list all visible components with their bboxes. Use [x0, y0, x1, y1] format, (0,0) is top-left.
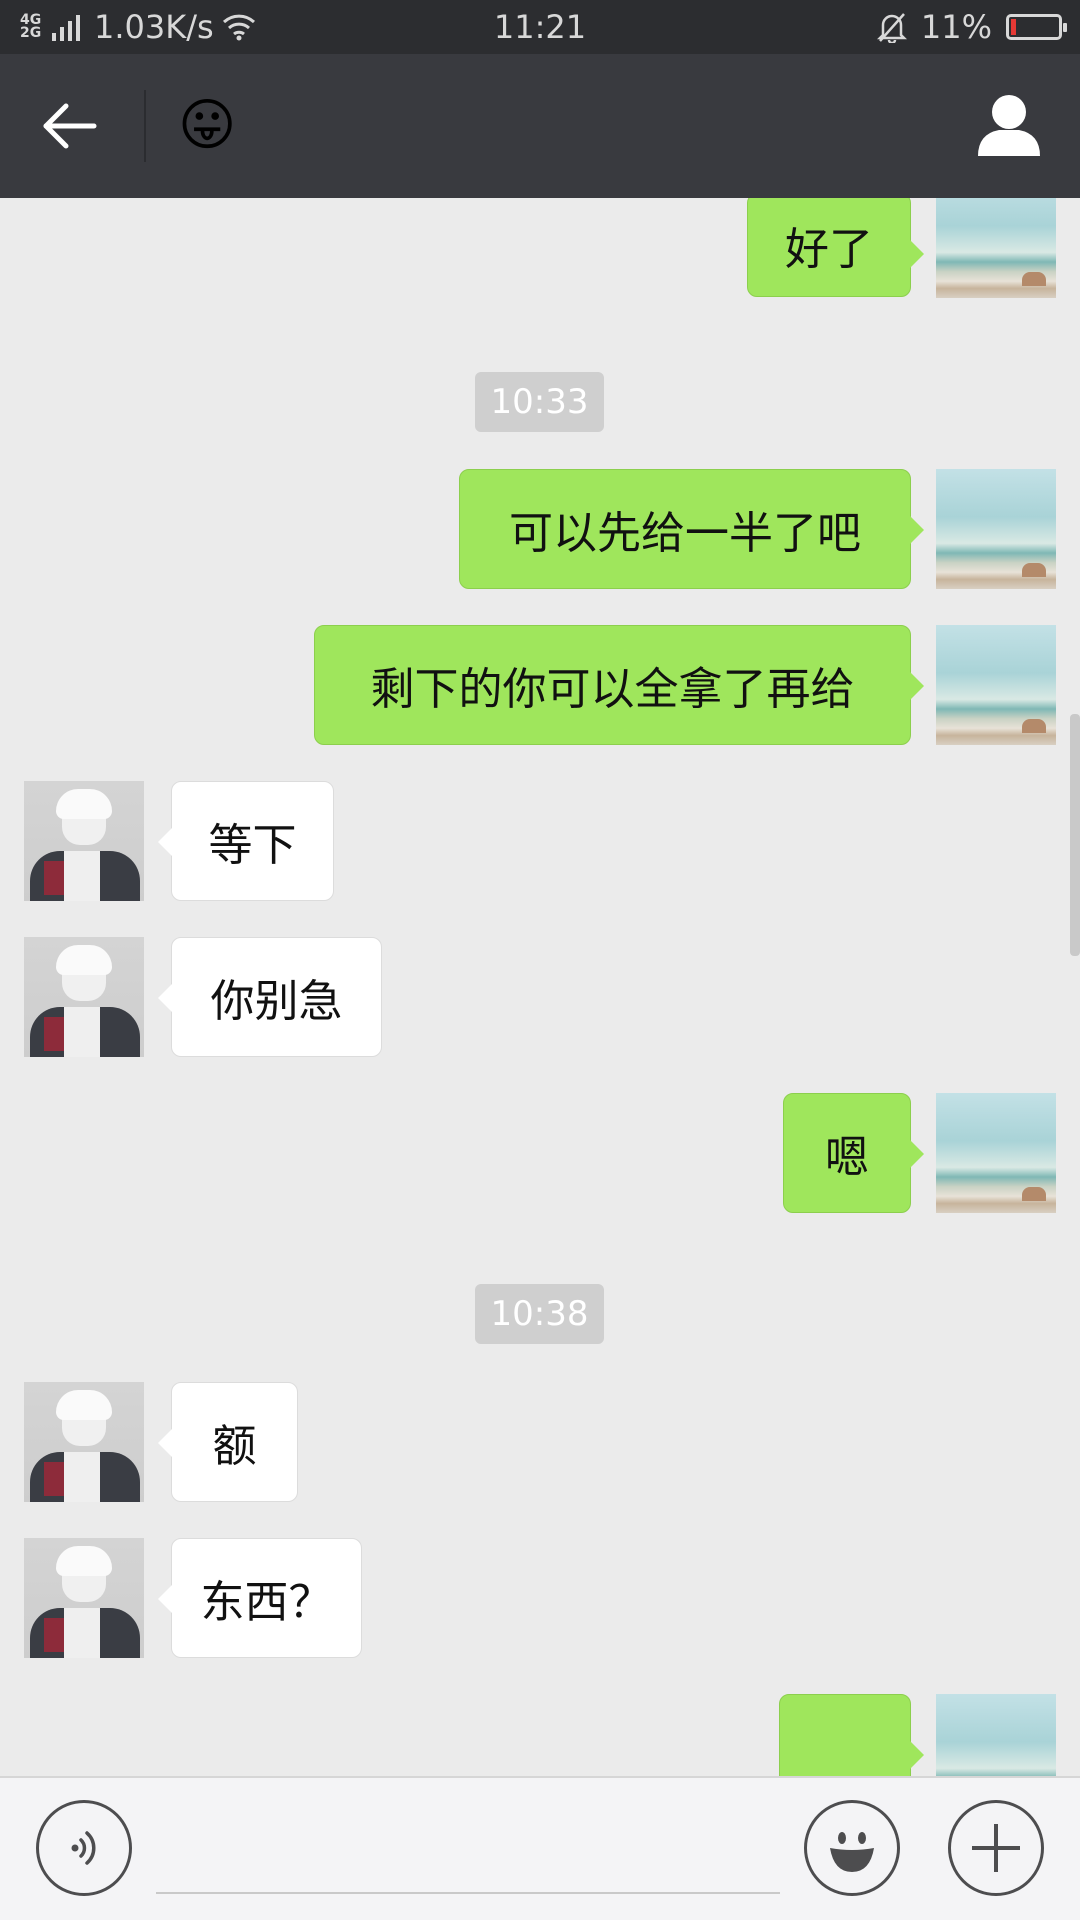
mute-bell-icon	[876, 13, 907, 43]
contact-avatar[interactable]	[24, 781, 144, 901]
message-text: 嗯	[825, 1132, 869, 1183]
chat-header: 😛	[0, 54, 1080, 198]
my-message-bubble[interactable]: 嗯	[783, 1093, 924, 1213]
header-divider	[144, 90, 146, 162]
message-text: 东西？	[200, 1577, 333, 1628]
my-avatar[interactable]	[936, 1093, 1056, 1213]
emoji-button[interactable]	[804, 1800, 900, 1896]
timestamp: 10:33	[475, 372, 604, 432]
my-message-bubble[interactable]: 剩下的你可以全拿了再给	[314, 625, 924, 745]
voice-button[interactable]	[36, 1800, 132, 1896]
input-bar	[0, 1776, 1080, 1920]
message-text: 额	[212, 1421, 257, 1472]
message-text: 剩下的你可以全拿了再给	[370, 664, 855, 715]
contact-message-bubble[interactable]: 东西？	[158, 1538, 362, 1658]
voice-icon	[71, 1831, 96, 1865]
contact-message-bubble[interactable]: 等下	[158, 781, 334, 901]
battery-level-fill	[1011, 19, 1016, 35]
emoji-icon	[830, 1832, 874, 1872]
my-message-bubble[interactable]: 可以先给一半了吧	[459, 469, 924, 589]
my-avatar[interactable]	[936, 198, 1056, 298]
contact-message-bubble[interactable]: 额	[158, 1382, 298, 1502]
message-text: ……	[801, 1758, 889, 1776]
my-avatar[interactable]	[936, 1694, 1056, 1776]
plus-icon	[972, 1824, 1020, 1872]
message-text: 你别急	[210, 976, 343, 1027]
contact-avatar[interactable]	[24, 1382, 144, 1502]
message-text: 好了	[785, 224, 873, 275]
more-button[interactable]	[948, 1800, 1044, 1896]
contact-avatar[interactable]	[24, 937, 144, 1057]
my-avatar[interactable]	[936, 625, 1056, 745]
message-list[interactable]: 好了 10:33 可以先给一半了吧 剩下的你可以全拿了再给 等下 你别急 嗯 1…	[0, 198, 1080, 1776]
message-text: 可以先给一半了吧	[509, 508, 861, 559]
contact-name-emoji: 😛	[178, 93, 237, 158]
battery-percent: 11%	[920, 8, 992, 46]
my-message-bubble[interactable]: ……	[779, 1694, 924, 1776]
back-arrow-icon[interactable]	[40, 96, 100, 156]
my-avatar[interactable]	[936, 469, 1056, 589]
message-input[interactable]	[156, 1806, 780, 1894]
timestamp: 10:38	[475, 1284, 604, 1344]
message-text: 等下	[208, 820, 297, 871]
contact-avatar[interactable]	[24, 1538, 144, 1658]
battery-icon	[1006, 14, 1067, 40]
scrollbar[interactable]	[1070, 714, 1080, 956]
profile-icon[interactable]	[974, 90, 1044, 160]
contact-message-bubble[interactable]: 你别急	[158, 937, 382, 1057]
my-message-bubble[interactable]: 好了	[747, 198, 924, 297]
status-bar: 4G 2G 1.03K/s 11:21 11%	[0, 0, 1080, 54]
